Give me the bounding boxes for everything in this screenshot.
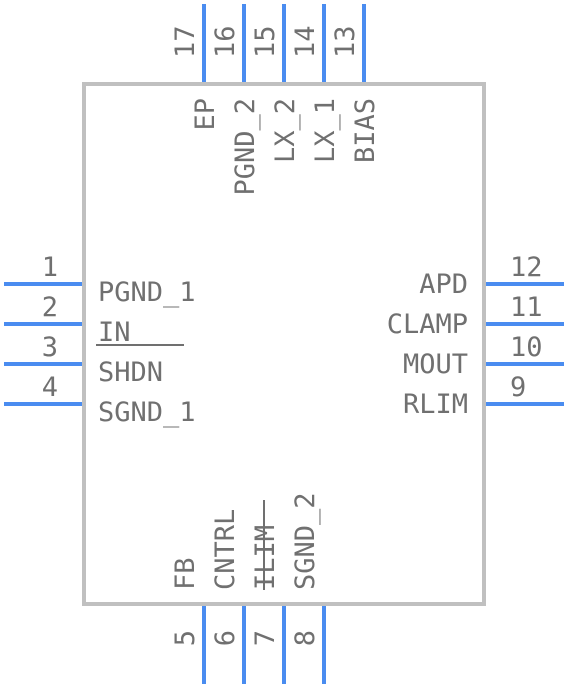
pin-name-15: LX_2 [270, 98, 301, 163]
pin-name-1: PGND_1 [98, 277, 196, 308]
pin-name-9: RLIM [403, 389, 468, 420]
pin-name-16: PGND_2 [230, 98, 261, 196]
pin-number-6: 6 [210, 630, 241, 646]
pin-name-5: FB [170, 557, 201, 590]
pin-number-7: 7 [250, 630, 281, 646]
pin-number-16: 16 [210, 25, 241, 58]
pin-number-14: 14 [290, 25, 321, 58]
pin-number-9: 9 [510, 372, 526, 403]
pin-name-10: MOUT [403, 349, 468, 380]
pin-name-4: SGND_1 [98, 397, 196, 428]
pin-number-3: 3 [42, 332, 58, 363]
pin-number-1: 1 [42, 252, 58, 283]
pin-name-14: LX_1 [310, 98, 341, 163]
pin-number-12: 12 [510, 252, 543, 283]
pin-name-12: APD [419, 269, 468, 300]
schematic-symbol: 1 PGND_1 2 IN 3 SHDN 4 SGND_1 12 APD 11 CLAMP 10 MOUT… [4, 4, 564, 684]
pin-name-11: CLAMP [387, 309, 468, 340]
pin-number-13: 13 [330, 25, 361, 58]
pin-number-2: 2 [42, 292, 58, 323]
pin-name-17: EP [190, 98, 221, 131]
pin-number-4: 4 [42, 372, 58, 403]
pin-name-8: SGND_2 [290, 492, 321, 590]
pin-name-3: SHDN [98, 357, 163, 388]
pin-name-13: BIAS [350, 98, 381, 163]
pin-number-10: 10 [510, 332, 543, 363]
pin-number-5: 5 [170, 630, 201, 646]
pin-number-8: 8 [290, 630, 321, 646]
pin-number-15: 15 [250, 25, 281, 58]
pin-number-11: 11 [510, 292, 543, 323]
pin-name-2: IN [98, 317, 131, 348]
pin-number-17: 17 [170, 25, 201, 58]
pin-name-7: ILIM [250, 525, 281, 590]
pin-name-6: CNTRL [210, 509, 241, 590]
